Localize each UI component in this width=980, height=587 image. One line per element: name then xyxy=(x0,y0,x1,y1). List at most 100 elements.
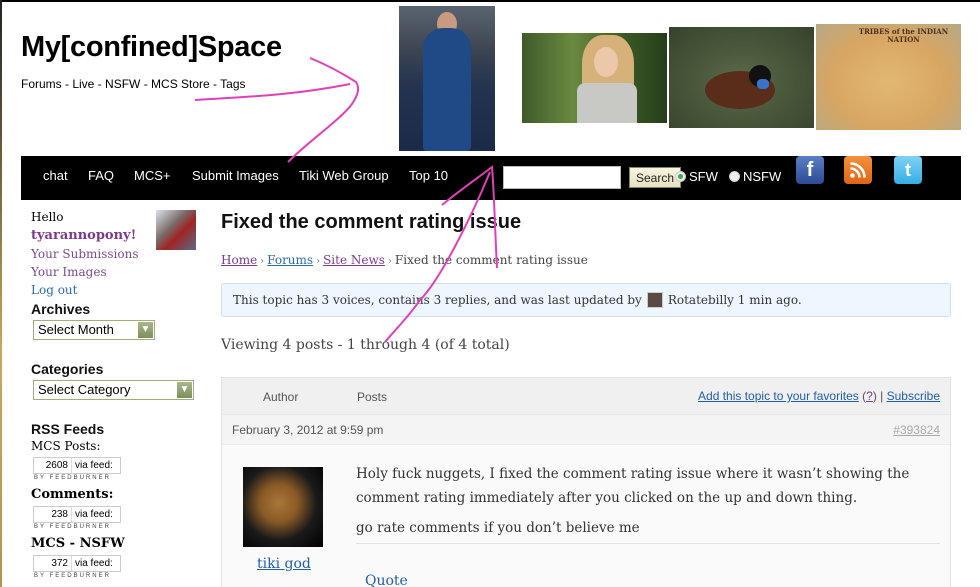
feedburner-counter[interactable]: 372 via feed: xyxy=(33,555,121,572)
favorites-help-link[interactable]: ? xyxy=(866,389,873,403)
posts-table: Author Posts Add this topic to your favo… xyxy=(221,377,951,587)
nsfw-label: NSFW xyxy=(743,169,782,184)
breadcrumb-separator: › xyxy=(387,256,392,267)
rss-icon[interactable] xyxy=(844,156,872,184)
paren: ) xyxy=(872,389,877,403)
photo-detail xyxy=(577,83,637,123)
superhero-photo[interactable] xyxy=(399,6,495,151)
search-input[interactable] xyxy=(503,166,621,189)
window-border xyxy=(0,0,2,587)
breadcrumb-site-news[interactable]: Site News xyxy=(323,253,385,267)
feed-count: 2608 xyxy=(34,458,72,473)
last-updater-avatar[interactable] xyxy=(646,292,663,308)
post-permalink[interactable]: #393824 xyxy=(893,423,940,437)
author-avatar[interactable] xyxy=(243,467,323,547)
logout-link[interactable]: Log out xyxy=(31,283,77,297)
search-button[interactable]: Search xyxy=(629,167,681,188)
site-title[interactable]: My[confined]Space xyxy=(21,31,282,64)
feedburner-counter[interactable]: 238 via feed: xyxy=(33,506,121,523)
feed-count: 238 xyxy=(34,507,72,522)
top-link-live[interactable]: Live xyxy=(72,77,94,91)
window-border xyxy=(0,0,980,2)
woman-portrait-photo[interactable] xyxy=(522,33,667,123)
add-to-favorites-link[interactable]: Add this topic to your favorites xyxy=(698,389,859,403)
feed-label: MCS Posts: xyxy=(31,439,101,453)
chevron-down-icon: ▼ xyxy=(177,382,192,398)
breadcrumb-separator: › xyxy=(316,256,321,267)
separator: - xyxy=(94,77,106,91)
your-images-link[interactable]: Your Images xyxy=(31,265,107,279)
post-divider xyxy=(356,543,940,544)
divider: | xyxy=(880,389,884,403)
duck-photo[interactable] xyxy=(669,27,814,128)
post-paragraph: Holy fuck nuggets, I fixed the comment r… xyxy=(356,466,910,506)
twitter-icon[interactable]: t xyxy=(894,156,922,184)
indian-nation-map[interactable]: TRIBES of the INDIAN NATION xyxy=(816,24,961,130)
your-submissions-link[interactable]: Your Submissions xyxy=(31,247,139,261)
top-link-forums[interactable]: Forums xyxy=(21,77,62,91)
nav-faq[interactable]: FAQ xyxy=(88,168,114,183)
archives-heading: Archives xyxy=(31,301,91,317)
separator: - xyxy=(61,77,73,91)
topic-info-notice: This topic has 3 voices, contains 3 repl… xyxy=(221,283,951,317)
quote-link[interactable]: Quote xyxy=(365,573,408,587)
radio-selected-icon xyxy=(675,171,686,182)
breadcrumb-current: Fixed the comment rating issue xyxy=(394,253,588,267)
feed-label: MCS - NSFW xyxy=(31,536,125,551)
breadcrumb-home[interactable]: Home xyxy=(221,253,257,267)
radio-unselected-icon xyxy=(729,171,740,182)
username-link[interactable]: tyarannopony! xyxy=(31,228,136,243)
photo-detail xyxy=(594,47,618,77)
last-updated-time: 1 min ago. xyxy=(737,293,802,307)
pagination-summary: Viewing 4 posts - 1 through 4 (of 4 tota… xyxy=(221,337,510,353)
breadcrumb-forums[interactable]: Forums xyxy=(267,253,313,267)
breadcrumb: Home › Forums › Site News › Fixed the comment … xyxy=(221,253,588,267)
nav-chat[interactable]: chat xyxy=(43,168,68,183)
feed-via: via feed: xyxy=(75,558,113,569)
user-avatar[interactable] xyxy=(156,210,196,250)
photo-detail xyxy=(757,79,769,89)
nav-tiki-web-group[interactable]: Tiki Web Group xyxy=(299,168,389,183)
top-link-mcs-store[interactable]: MCS Store xyxy=(151,77,210,91)
photo-detail xyxy=(423,28,471,151)
top-link-tags[interactable]: Tags xyxy=(220,77,245,91)
archives-select-value: Select Month xyxy=(38,322,114,337)
top-links: Forums - Live - NSFW - MCS Store - Tags xyxy=(21,77,246,91)
nav-submit-images[interactable]: Submit Images xyxy=(192,168,279,183)
feed-via: via feed: xyxy=(75,509,113,520)
rss-feeds-heading: RSS Feeds xyxy=(31,421,105,437)
nsfw-radio[interactable]: NSFW xyxy=(729,169,781,184)
facebook-icon[interactable]: f xyxy=(796,156,824,184)
topic-actions: Add this topic to your favorites (?) | S… xyxy=(698,389,940,403)
post-date: February 3, 2012 at 9:59 pm xyxy=(232,423,384,437)
nav-top-10[interactable]: Top 10 xyxy=(409,168,448,183)
feed-label: Comments: xyxy=(31,487,114,502)
separator: - xyxy=(209,77,221,91)
post-author-link[interactable]: tiki god xyxy=(257,556,311,572)
archives-select[interactable]: Select Month ▼ xyxy=(33,320,155,340)
feedburner-credit: BY FEEDBURNER xyxy=(34,573,111,579)
post-paragraph: go rate comments if you don’t believe me xyxy=(356,520,640,536)
last-updater-name[interactable]: Rotatebilly xyxy=(668,293,734,307)
topic-info-text: This topic has 3 voices, contains 3 repl… xyxy=(233,293,642,307)
feed-count: 372 xyxy=(34,556,72,571)
column-author: Author xyxy=(263,390,299,404)
categories-heading: Categories xyxy=(31,361,104,377)
separator: - xyxy=(140,77,152,91)
posts-table-header: Author Posts Add this topic to your favo… xyxy=(222,378,950,415)
nav-mcs-plus[interactable]: MCS+ xyxy=(134,168,170,183)
annotation-arrow xyxy=(194,57,360,163)
sfw-label: SFW xyxy=(689,169,718,184)
subscribe-link[interactable]: Subscribe xyxy=(887,389,940,403)
breadcrumb-separator: › xyxy=(260,256,265,267)
categories-select[interactable]: Select Category ▼ xyxy=(33,380,194,400)
chevron-down-icon: ▼ xyxy=(138,322,153,338)
sfw-radio[interactable]: SFW xyxy=(675,169,718,184)
top-link-nsfw[interactable]: NSFW xyxy=(105,77,140,91)
feedburner-credit: BY FEEDBURNER xyxy=(34,524,111,530)
column-posts: Posts xyxy=(357,390,388,404)
main-navbar: chat FAQ MCS+ Submit Images Tiki Web Gro… xyxy=(21,156,961,200)
feed-via: via feed: xyxy=(75,460,113,471)
categories-select-value: Select Category xyxy=(38,382,131,397)
feedburner-counter[interactable]: 2608 via feed: xyxy=(33,457,121,474)
